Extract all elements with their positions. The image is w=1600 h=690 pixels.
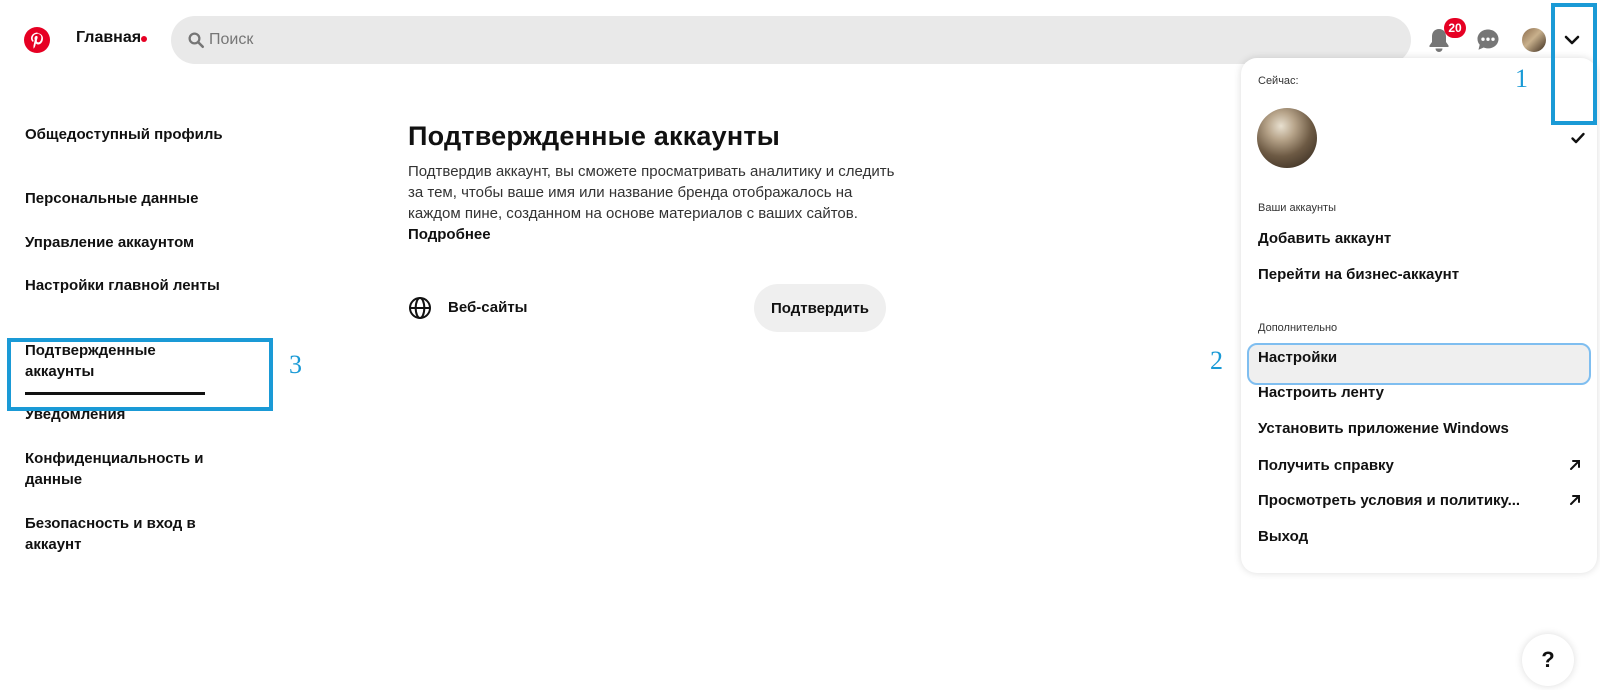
more-section-label: Дополнительно: [1258, 322, 1338, 334]
notifications-badge: 20: [1444, 18, 1466, 38]
accounts-dropdown: Сейчас: Ваши аккаунты Добавить аккаунт П…: [1241, 58, 1597, 573]
annotation-number-1: 1: [1515, 64, 1528, 93]
annotation-number-3: 3: [289, 350, 302, 379]
check-icon: [1571, 132, 1585, 144]
annotation-box-1: [1551, 3, 1597, 125]
install-app-item[interactable]: Установить приложение Windows: [1258, 420, 1509, 437]
sidebar-item-personal-data[interactable]: Персональные данные: [25, 188, 235, 209]
current-account-avatar[interactable]: [1257, 108, 1317, 168]
pinterest-logo[interactable]: [24, 27, 50, 53]
current-account-label: Сейчас:: [1258, 75, 1299, 87]
pinterest-logo-icon: [31, 32, 43, 49]
sidebar-item-public-profile[interactable]: Общедоступный профиль: [25, 124, 235, 145]
your-accounts-label: Ваши аккаунты: [1258, 202, 1336, 214]
get-help-item[interactable]: Получить справку: [1258, 457, 1394, 474]
globe-icon: [409, 297, 431, 319]
sidebar-item-privacy[interactable]: Конфиденциальность и данные: [25, 448, 205, 490]
annotation-number-2: 2: [1210, 346, 1223, 375]
sidebar-item-security[interactable]: Безопасность и вход в аккаунт: [25, 513, 210, 555]
annotation-box-3: [7, 338, 273, 411]
page-description: Подтвердив аккаунт, вы сможете просматри…: [408, 161, 898, 245]
websites-row: Веб-сайты Подтвердить: [408, 284, 888, 332]
home-link[interactable]: Главная: [76, 29, 141, 47]
home-indicator-dot: [141, 36, 147, 42]
search-icon: [188, 32, 205, 49]
sidebar-item-home-feed-settings[interactable]: Настройки главной ленты: [25, 275, 235, 296]
customize-feed-item[interactable]: Настроить ленту: [1258, 384, 1384, 401]
settings-item[interactable]: Настройки: [1258, 349, 1337, 366]
chat-icon: [1477, 29, 1499, 50]
add-account-item[interactable]: Добавить аккаунт: [1258, 230, 1391, 247]
messages-button[interactable]: [1468, 20, 1508, 60]
help-button[interactable]: ?: [1522, 634, 1574, 686]
description-text: Подтвердив аккаунт, вы сможете просматри…: [408, 163, 895, 222]
external-link-icon: [1570, 495, 1580, 505]
websites-label: Веб-сайты: [448, 299, 528, 316]
learn-more-link[interactable]: Подробнее: [408, 226, 491, 243]
page-title: Подтвержденные аккаунты: [408, 121, 781, 151]
business-account-item[interactable]: Перейти на бизнес-аккаунт: [1258, 266, 1459, 283]
sidebar-item-account-management[interactable]: Управление аккаунтом: [25, 232, 235, 253]
terms-item[interactable]: Просмотреть условия и политику...: [1258, 492, 1520, 509]
logout-item[interactable]: Выход: [1258, 528, 1308, 545]
confirm-button[interactable]: Подтвердить: [754, 284, 886, 332]
search-bar[interactable]: [171, 16, 1411, 64]
avatar[interactable]: [1522, 28, 1546, 52]
search-input[interactable]: [209, 16, 1389, 64]
external-link-icon: [1570, 460, 1580, 470]
